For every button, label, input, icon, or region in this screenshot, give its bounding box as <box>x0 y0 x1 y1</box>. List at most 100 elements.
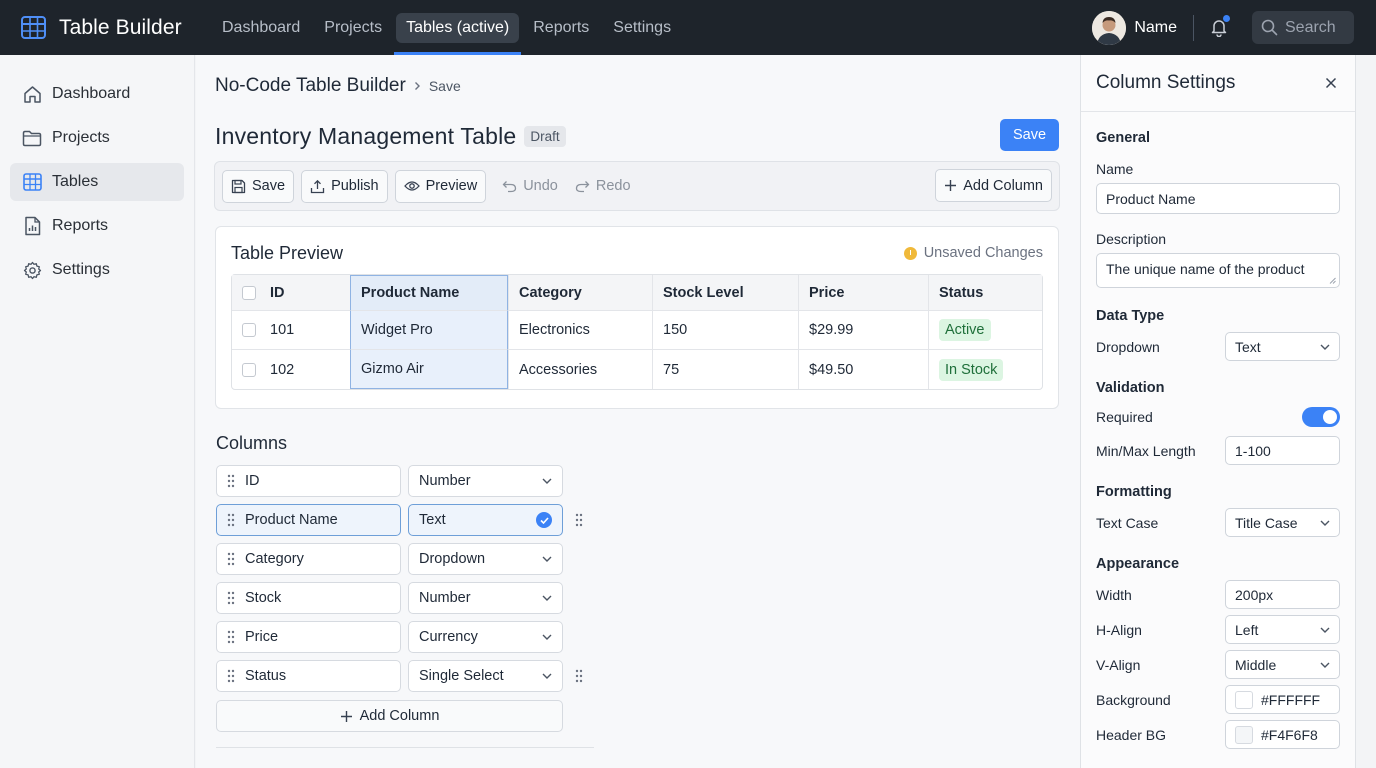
brand[interactable]: Table Builder <box>21 16 201 40</box>
name-field[interactable]: Product Name <box>1096 183 1340 214</box>
color-swatch[interactable] <box>1235 690 1253 709</box>
minmax-field[interactable]: 1-100 <box>1225 436 1340 465</box>
data-type-select[interactable]: Text <box>1225 332 1340 361</box>
column-header[interactable]: ID <box>260 275 350 311</box>
resize-handle-icon[interactable] <box>1329 277 1336 284</box>
topnav-dashboard[interactable]: Dashboard <box>210 0 312 55</box>
drag-handle-icon[interactable] <box>227 591 235 605</box>
search-box[interactable]: Search <box>1252 11 1354 44</box>
toolbar-add-column-button[interactable]: Add Column <box>935 169 1052 202</box>
chevron-down-icon <box>542 634 552 640</box>
column-type-select[interactable]: Dropdown <box>408 543 563 575</box>
sidebar-item-projects[interactable]: Projects <box>10 119 184 157</box>
row-checkbox[interactable] <box>232 311 260 350</box>
table-cell[interactable]: 75 <box>652 350 798 389</box>
sidebar-item-tables[interactable]: Tables <box>10 163 184 201</box>
column-type-select[interactable]: Single Select <box>408 660 563 692</box>
minmax-label: Min/Max Length <box>1096 443 1196 459</box>
column-type-select[interactable]: Currency <box>408 621 563 653</box>
table-cell[interactable]: $49.50 <box>798 350 928 389</box>
row-checkbox[interactable] <box>232 350 260 389</box>
required-toggle[interactable] <box>1302 407 1340 427</box>
column-name-value: ID <box>245 473 260 489</box>
home-icon <box>22 85 42 104</box>
user-name[interactable]: Name <box>1134 19 1177 37</box>
topnav-projects[interactable]: Projects <box>312 0 394 55</box>
drag-handle-icon[interactable] <box>575 513 583 527</box>
redo-button[interactable]: Redo <box>575 178 631 194</box>
column-header[interactable]: Status <box>928 275 1042 311</box>
warning-icon <box>903 246 917 260</box>
column-type-select[interactable]: Number <box>408 582 563 614</box>
sidebar-item-dashboard[interactable]: Dashboard <box>10 75 184 113</box>
table-cell[interactable]: Widget Pro <box>350 311 508 350</box>
table-cell[interactable]: 150 <box>652 311 798 350</box>
table-cell[interactable]: Electronics <box>508 311 652 350</box>
color-swatch[interactable] <box>1235 725 1253 744</box>
add-column-label: Add Column <box>963 177 1043 194</box>
column-name-field[interactable]: Category <box>216 543 401 575</box>
drag-handle-icon[interactable] <box>227 474 235 488</box>
header-bg-color-field[interactable]: #F4F6F8 <box>1225 720 1340 749</box>
table-cell[interactable]: Gizmo Air <box>350 350 508 389</box>
breadcrumb-leaf[interactable]: Save <box>429 78 461 94</box>
column-header[interactable]: Stock Level <box>652 275 798 311</box>
toolbar-save-button[interactable]: Save <box>222 169 295 203</box>
column-type-select[interactable]: Text <box>408 504 563 536</box>
topnav-tables[interactable]: Tables (active) <box>394 0 522 55</box>
drag-handle-icon[interactable] <box>227 669 235 683</box>
column-header-selected[interactable]: Product Name <box>350 275 508 311</box>
table-cell[interactable]: $29.99 <box>798 311 928 350</box>
name-label: Name <box>1096 161 1134 177</box>
table-cell[interactable]: Active <box>928 311 1042 350</box>
column-name-value: Product Name <box>245 512 338 528</box>
column-row: Stock Number <box>216 582 563 614</box>
table-cell[interactable]: 102 <box>260 350 350 389</box>
drag-handle-icon[interactable] <box>227 552 235 566</box>
column-name-field[interactable]: Product Name <box>216 504 401 536</box>
select-all-checkbox[interactable] <box>232 275 260 311</box>
notification-dot <box>1223 15 1230 22</box>
column-name-field[interactable]: Status <box>216 660 401 692</box>
breadcrumb-root[interactable]: No-Code Table Builder <box>215 75 406 97</box>
description-field[interactable]: The unique name of the product <box>1096 253 1340 288</box>
table-cell[interactable]: Accessories <box>508 350 652 389</box>
column-row-selected: Product Name Text <box>216 504 583 536</box>
column-name-field[interactable]: Price <box>216 621 401 653</box>
drag-handle-icon[interactable] <box>227 630 235 644</box>
valign-select[interactable]: Middle <box>1225 650 1340 679</box>
bell-icon[interactable] <box>1210 15 1230 37</box>
required-label: Required <box>1096 409 1153 425</box>
table-cell[interactable]: 101 <box>260 311 350 350</box>
chevron-right-icon <box>414 81 421 91</box>
sidebar-item-reports[interactable]: Reports <box>10 207 184 245</box>
column-type-select[interactable]: Number <box>408 465 563 497</box>
column-header[interactable]: Price <box>798 275 928 311</box>
drag-handle-icon[interactable] <box>575 669 583 683</box>
save-button[interactable]: Save <box>1000 119 1059 151</box>
column-name-field[interactable]: ID <box>216 465 401 497</box>
topnav-reports[interactable]: Reports <box>521 0 601 55</box>
preview-button[interactable]: Preview <box>394 169 487 203</box>
add-column-button[interactable]: Add Column <box>216 700 563 732</box>
background-color-field[interactable]: #FFFFFF <box>1225 685 1340 714</box>
column-type-value: Text <box>419 512 446 528</box>
app-title: Table Builder <box>59 15 182 39</box>
width-field[interactable]: 200px <box>1225 580 1340 609</box>
drag-handle-icon[interactable] <box>227 513 235 527</box>
halign-select[interactable]: Left <box>1225 615 1340 644</box>
column-row: ID Number <box>216 465 563 497</box>
description-label: Description <box>1096 231 1167 247</box>
column-name-field[interactable]: Stock <box>216 582 401 614</box>
column-header[interactable]: Category <box>508 275 652 311</box>
publish-button[interactable]: Publish <box>301 169 388 203</box>
textcase-select[interactable]: Title Case <box>1225 508 1340 537</box>
undo-button[interactable]: Undo <box>502 178 558 194</box>
breadcrumb: No-Code Table Builder Save <box>215 75 461 97</box>
sidebar-item-settings[interactable]: Settings <box>10 251 184 289</box>
topnav-settings[interactable]: Settings <box>601 0 683 55</box>
avatar[interactable] <box>1092 10 1127 45</box>
search-input[interactable]: Search <box>1285 19 1336 37</box>
close-icon[interactable] <box>1325 77 1337 89</box>
table-cell[interactable]: In Stock <box>928 350 1042 389</box>
